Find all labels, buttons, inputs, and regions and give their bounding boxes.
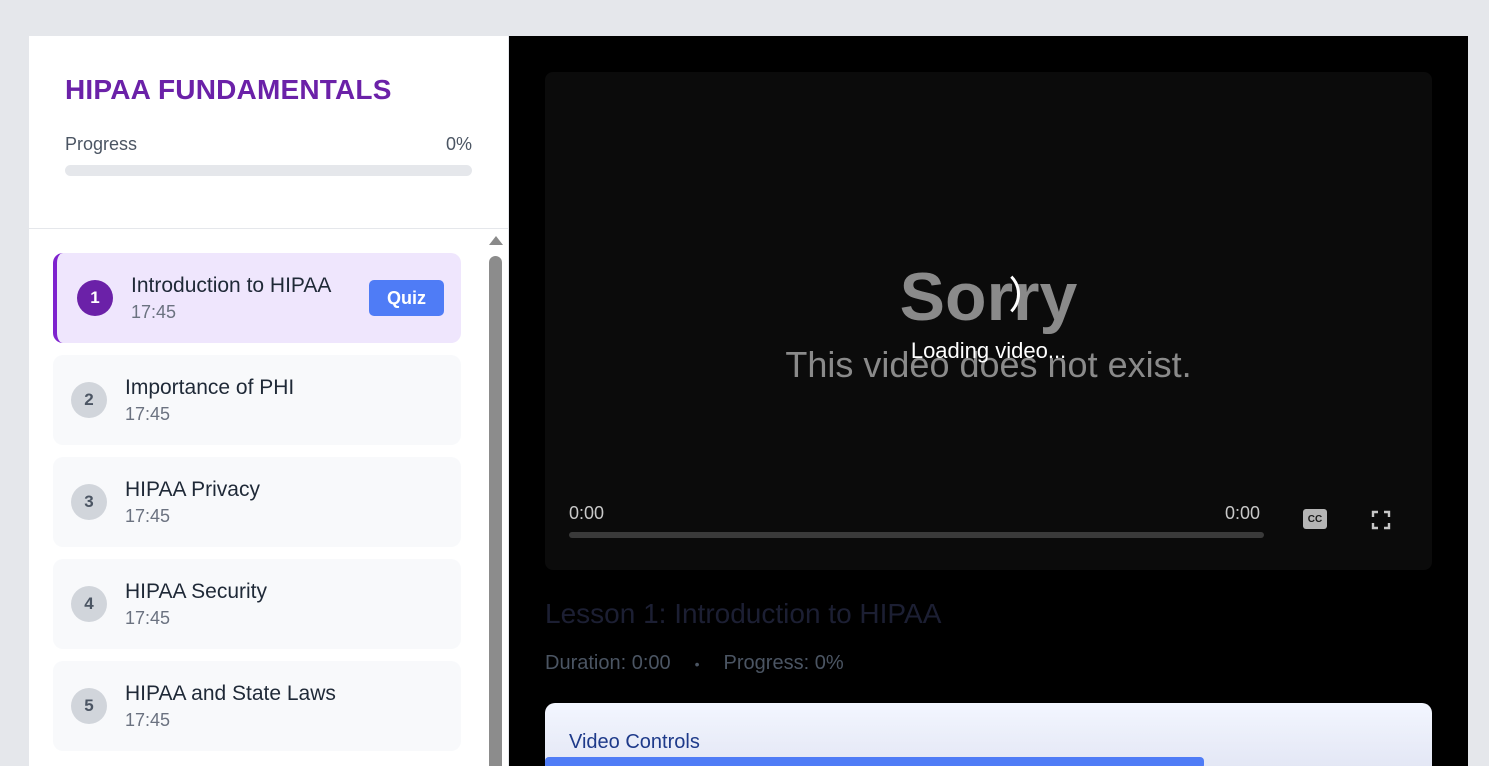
video-controls-title: Video Controls bbox=[569, 731, 700, 753]
loading-text: Loading video... bbox=[910, 338, 1067, 363]
lesson-list-scrollbar[interactable] bbox=[488, 236, 503, 766]
course-title: HIPAA FUNDAMENTALS bbox=[65, 74, 392, 105]
lesson-text: HIPAA Security 17:45 bbox=[125, 580, 267, 629]
sidebar-header: HIPAA FUNDAMENTALS Progress 0% bbox=[29, 36, 508, 229]
lesson-number-badge: 5 bbox=[71, 688, 107, 724]
lesson-duration: 17:45 bbox=[125, 403, 171, 424]
quiz-button[interactable]: Quiz bbox=[369, 280, 444, 316]
scroll-up-arrow-icon[interactable] bbox=[489, 236, 503, 245]
lesson-duration-label: Duration: 0:00 bbox=[545, 652, 671, 674]
lesson-title: Importance of PHI bbox=[125, 375, 295, 399]
lesson-item-2[interactable]: 2 Importance of PHI 17:45 bbox=[53, 355, 461, 445]
fullscreen-icon[interactable] bbox=[1371, 510, 1391, 530]
scrollbar-thumb[interactable] bbox=[489, 256, 502, 766]
loading-spinner-icon bbox=[968, 268, 1020, 320]
lesson-item-3[interactable]: 3 HIPAA Privacy 17:45 bbox=[53, 457, 461, 547]
lesson-text: HIPAA and State Laws 17:45 bbox=[125, 682, 336, 731]
video-controls-panel: Video Controls bbox=[545, 703, 1432, 766]
progress-bar bbox=[65, 165, 472, 176]
video-controls-bar[interactable] bbox=[545, 757, 1204, 766]
lesson-text: Introduction to HIPAA 17:45 bbox=[131, 274, 331, 323]
main-content: Sorry This video does not exist. Loading… bbox=[509, 36, 1468, 766]
lesson-duration: 17:45 bbox=[125, 607, 171, 628]
lesson-number-badge: 1 bbox=[77, 280, 113, 316]
lesson-item-5[interactable]: 5 HIPAA and State Laws 17:45 bbox=[53, 661, 461, 751]
lesson-text: HIPAA Privacy 17:45 bbox=[125, 478, 260, 527]
lesson-title: Introduction to HIPAA bbox=[131, 273, 332, 297]
lesson-title: HIPAA Security bbox=[125, 579, 267, 603]
lesson-duration: 17:45 bbox=[125, 709, 171, 730]
lesson-progress-label: Progress: 0% bbox=[723, 652, 844, 674]
lesson-text: Importance of PHI 17:45 bbox=[125, 376, 294, 425]
total-time: 0:00 bbox=[1225, 503, 1261, 523]
lesson-number-badge: 4 bbox=[71, 586, 107, 622]
lesson-number-badge: 3 bbox=[71, 484, 107, 520]
lesson-list: 1 Introduction to HIPAA 17:45 Quiz 2 Imp… bbox=[53, 253, 461, 763]
course-player-app: HIPAA FUNDAMENTALS Progress 0% 1 Introdu… bbox=[29, 36, 1468, 766]
progress-row: Progress 0% bbox=[65, 134, 472, 155]
closed-captions-icon[interactable]: CC bbox=[1303, 509, 1327, 529]
lesson-item-1[interactable]: 1 Introduction to HIPAA 17:45 Quiz bbox=[53, 253, 461, 343]
lesson-duration: 17:45 bbox=[131, 301, 177, 322]
seek-bar[interactable] bbox=[569, 532, 1264, 538]
current-time: 0:00 bbox=[569, 503, 605, 523]
lesson-item-4[interactable]: 4 HIPAA Security 17:45 bbox=[53, 559, 461, 649]
lesson-meta: Duration: 0:00 • Progress: 0% bbox=[545, 652, 844, 675]
lesson-number-badge: 2 bbox=[71, 382, 107, 418]
progress-value: 0% bbox=[445, 134, 472, 154]
video-player[interactable]: Sorry This video does not exist. Loading… bbox=[545, 72, 1432, 570]
lesson-title: HIPAA Privacy bbox=[125, 477, 260, 501]
meta-separator: • bbox=[694, 655, 700, 672]
lesson-heading: Lesson 1: Introduction to HIPAA bbox=[545, 598, 942, 629]
lesson-duration: 17:45 bbox=[125, 505, 171, 526]
lesson-title: HIPAA and State Laws bbox=[125, 681, 336, 705]
progress-label: Progress bbox=[65, 134, 138, 154]
sidebar: HIPAA FUNDAMENTALS Progress 0% 1 Introdu… bbox=[29, 36, 509, 766]
